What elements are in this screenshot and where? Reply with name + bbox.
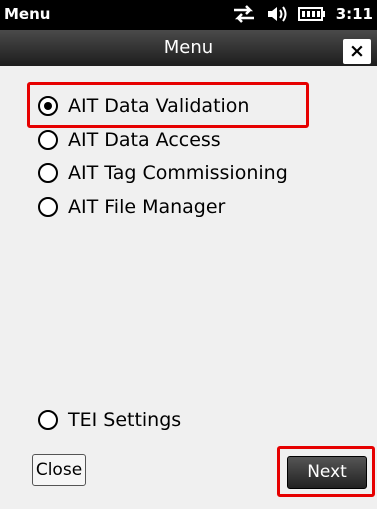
option-ait-tag-commissioning[interactable]: AIT Tag Commissioning (38, 162, 288, 184)
radio-icon (38, 163, 58, 183)
status-bar-title: Menu (4, 5, 51, 23)
page-title: Menu (163, 37, 214, 58)
status-time: 3:11 (335, 5, 373, 23)
title-bar: Menu × (0, 30, 377, 66)
radio-icon (38, 130, 58, 150)
battery-icon (297, 6, 326, 22)
radio-icon (38, 410, 58, 430)
next-button[interactable]: Next (287, 456, 367, 489)
option-label: AIT Data Validation (68, 95, 250, 117)
sync-icon (232, 4, 256, 24)
radio-icon (38, 197, 58, 217)
option-ait-file-manager[interactable]: AIT File Manager (38, 196, 225, 218)
close-button[interactable]: Close (32, 454, 86, 486)
option-label: AIT Data Access (68, 129, 221, 151)
option-label: TEI Settings (68, 409, 182, 431)
option-label: AIT Tag Commissioning (68, 162, 288, 184)
option-ait-data-validation[interactable]: AIT Data Validation (38, 95, 249, 117)
volume-icon (266, 4, 288, 24)
option-label: AIT File Manager (68, 196, 226, 218)
radio-selected-icon (38, 96, 58, 116)
option-tei-settings[interactable]: TEI Settings (38, 409, 181, 431)
status-icons: 3:11 (232, 4, 373, 24)
option-ait-data-access[interactable]: AIT Data Access (38, 129, 221, 151)
close-icon[interactable]: × (343, 39, 371, 64)
status-bar: Menu 3:11 (0, 0, 377, 30)
